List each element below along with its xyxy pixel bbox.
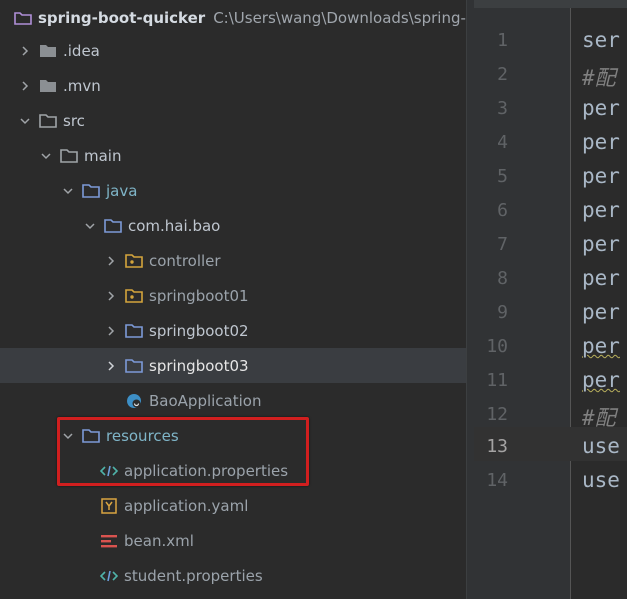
folder-icon bbox=[39, 78, 57, 94]
code-line[interactable]: #配 bbox=[582, 62, 616, 92]
line-number: 11 bbox=[486, 370, 508, 391]
line-number: 6 bbox=[497, 200, 508, 221]
chevron-right-icon[interactable] bbox=[104, 359, 118, 373]
gutter-divider bbox=[570, 8, 571, 599]
code-line[interactable]: per bbox=[582, 164, 620, 188]
project-folder-icon bbox=[14, 10, 32, 26]
chevron-right-icon[interactable] bbox=[104, 254, 118, 268]
tree-row-springboot02[interactable]: springboot02 bbox=[0, 313, 466, 348]
code-line[interactable]: per bbox=[582, 334, 620, 358]
tree-row-bean-xml[interactable]: bean.xml bbox=[0, 523, 466, 558]
project-path: C:\Users\wang\Downloads\spring-boo bbox=[213, 8, 466, 27]
tree-label: controller bbox=[149, 251, 221, 270]
tree-label: .mvn bbox=[63, 76, 101, 95]
highlight-box bbox=[57, 417, 309, 486]
chevron-down-icon[interactable] bbox=[61, 184, 75, 198]
yaml-file-icon bbox=[100, 497, 118, 514]
tree-row-src[interactable]: src bbox=[0, 103, 466, 138]
line-number: 3 bbox=[497, 98, 508, 119]
code-line[interactable]: ser bbox=[582, 28, 620, 52]
tree-row-student-properties[interactable]: student.properties bbox=[0, 558, 466, 593]
folder-icon bbox=[125, 323, 143, 339]
spring-boot-class-icon bbox=[125, 393, 143, 409]
line-number: 10 bbox=[486, 336, 508, 357]
tree-row-main[interactable]: main bbox=[0, 138, 466, 173]
tree-label: .idea bbox=[63, 41, 100, 60]
package-icon bbox=[125, 288, 143, 304]
tree-label: src bbox=[63, 111, 85, 130]
chevron-right-icon[interactable] bbox=[18, 79, 32, 93]
code-line[interactable]: use bbox=[582, 468, 620, 492]
tree-row-package[interactable]: com.hai.bao bbox=[0, 208, 466, 243]
tree-label: main bbox=[84, 146, 122, 165]
code-line[interactable]: per bbox=[582, 232, 620, 256]
tree-label: springboot02 bbox=[149, 321, 249, 340]
chevron-down-icon[interactable] bbox=[83, 219, 97, 233]
folder-icon bbox=[60, 148, 78, 164]
tree-label: com.hai.bao bbox=[128, 216, 221, 235]
tree-row-controller[interactable]: controller bbox=[0, 243, 466, 278]
line-number: 14 bbox=[486, 470, 508, 491]
tree-label: BaoApplication bbox=[149, 391, 262, 410]
tree-row-java[interactable]: java bbox=[0, 173, 466, 208]
code-line[interactable]: per bbox=[582, 130, 620, 154]
source-folder-icon bbox=[82, 183, 100, 199]
folder-icon bbox=[125, 358, 143, 374]
project-tree: spring-boot-quicker C:\Users\wang\Downlo… bbox=[0, 0, 466, 599]
tree-row-idea[interactable]: .idea bbox=[0, 33, 466, 68]
code-line[interactable]: per bbox=[582, 96, 620, 120]
line-number: 9 bbox=[497, 302, 508, 323]
line-number: 8 bbox=[497, 268, 508, 289]
editor-tab-strip[interactable] bbox=[474, 0, 627, 8]
code-line[interactable]: #配 bbox=[582, 402, 616, 432]
package-icon bbox=[125, 253, 143, 269]
tree-label: springboot03 bbox=[149, 356, 249, 375]
line-number: 7 bbox=[497, 234, 508, 255]
chevron-right-icon[interactable] bbox=[104, 289, 118, 303]
folder-icon bbox=[39, 113, 57, 129]
code-line[interactable]: per bbox=[582, 266, 620, 290]
tree-row-application-yaml[interactable]: application.yaml bbox=[0, 488, 466, 523]
tree-row-root[interactable]: spring-boot-quicker C:\Users\wang\Downlo… bbox=[0, 0, 466, 35]
code-line[interactable]: use bbox=[582, 434, 620, 458]
spring-xml-file-icon bbox=[100, 533, 118, 549]
line-number: 2 bbox=[497, 64, 508, 85]
line-number: 4 bbox=[497, 132, 508, 153]
tree-row-springboot03[interactable]: springboot03 bbox=[0, 348, 466, 383]
chevron-right-icon[interactable] bbox=[18, 44, 32, 58]
code-line[interactable]: per bbox=[582, 368, 620, 392]
package-folder-icon bbox=[104, 218, 122, 234]
code-line[interactable]: per bbox=[582, 300, 620, 324]
chevron-right-icon[interactable] bbox=[104, 324, 118, 338]
chevron-down-icon[interactable] bbox=[18, 114, 32, 128]
tree-label: application.yaml bbox=[124, 496, 249, 515]
code-editor[interactable]: 1 2 3 4 5 6 7 8 9 10 11 12 13 14 ser #配 … bbox=[474, 0, 627, 599]
folder-icon bbox=[39, 43, 57, 59]
project-name: spring-boot-quicker bbox=[38, 8, 206, 27]
chevron-down-icon[interactable] bbox=[39, 149, 53, 163]
tree-row-springboot01[interactable]: springboot01 bbox=[0, 278, 466, 313]
tree-label: student.properties bbox=[124, 566, 263, 585]
line-number: 12 bbox=[486, 404, 508, 425]
tree-label: bean.xml bbox=[124, 531, 194, 550]
line-number: 13 bbox=[486, 436, 508, 457]
line-number: 1 bbox=[497, 30, 508, 51]
properties-file-icon bbox=[100, 568, 118, 584]
tree-row-baoapplication[interactable]: BaoApplication bbox=[0, 383, 466, 418]
line-number: 5 bbox=[497, 166, 508, 187]
tree-label: springboot01 bbox=[149, 286, 249, 305]
tree-row-mvn[interactable]: .mvn bbox=[0, 68, 466, 103]
code-line[interactable]: per bbox=[582, 198, 620, 222]
tree-label: java bbox=[106, 181, 138, 200]
